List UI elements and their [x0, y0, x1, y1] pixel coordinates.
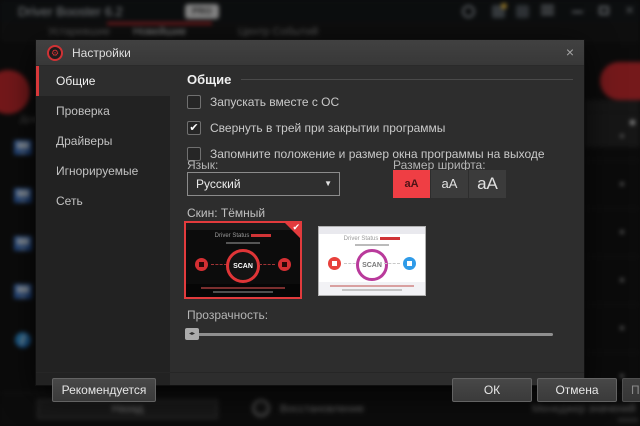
sidebar-item-ignored[interactable]: Игнорируемые — [36, 156, 170, 186]
language-select[interactable]: Русский ▼ — [187, 172, 340, 196]
mini-right-circle — [403, 257, 416, 270]
transparency-label: Прозрачность: — [187, 308, 268, 322]
screen: Driver Booster 6.2 PRO ✕ Устаревшие Нове… — [0, 0, 640, 426]
mini-title-text: Driver Status — [215, 233, 250, 239]
language-value: Русский — [196, 177, 241, 191]
dialog-title: Настройки — [72, 46, 131, 60]
skin-label: Скин: Тёмный — [187, 206, 265, 220]
checkbox-minimize-to-tray[interactable]: ✔ Свернуть в трей при закрытии программы — [187, 121, 445, 135]
mini-scan-ring: SCAN — [356, 249, 388, 281]
checkbox-label: Запомните положение и размер окна програ… — [210, 147, 545, 161]
dialog-close-icon[interactable]: × — [566, 44, 574, 60]
checkbox-box[interactable] — [187, 95, 201, 109]
skin-dark-thumbnail[interactable]: Driver Status SCAN ✔ — [184, 221, 302, 299]
checkbox-label: Запускать вместе с ОС — [210, 95, 339, 109]
mini-left-circle — [195, 258, 208, 271]
sidebar-item-scan[interactable]: Проверка — [36, 96, 170, 126]
skin-light-thumbnail[interactable]: Driver Status SCAN — [318, 226, 426, 296]
ok-button[interactable]: ОК — [452, 378, 532, 402]
mini-scan-ring: SCAN — [226, 249, 260, 283]
settings-gear-icon: ⚙ — [47, 45, 63, 61]
settings-sidebar: Общие Проверка Драйверы Игнорируемые Сет… — [36, 66, 170, 385]
transparency-slider-track[interactable] — [187, 333, 553, 336]
font-size-medium-button[interactable]: aA — [431, 170, 468, 198]
selected-check-icon: ✔ — [292, 222, 300, 233]
font-size-large-button[interactable]: aA — [469, 170, 506, 198]
checkbox-label: Свернуть в трей при закрытии программы — [210, 121, 445, 135]
checkbox-autostart[interactable]: Запускать вместе с ОС — [187, 95, 339, 109]
chevron-down-icon: ▼ — [324, 173, 332, 195]
sidebar-item-general[interactable]: Общие — [36, 66, 170, 96]
sidebar-item-network[interactable]: Сеть — [36, 186, 170, 216]
settings-dialog: ⚙ Настройки × Общие Проверка Драйверы Иг… — [36, 40, 584, 385]
recommended-button[interactable]: Рекомендуется — [52, 378, 156, 402]
apply-button[interactable]: Применить — [622, 378, 640, 402]
sidebar-item-drivers[interactable]: Драйверы — [36, 126, 170, 156]
settings-content: Общие Запускать вместе с ОС ✔ Свернуть в… — [170, 66, 584, 385]
checkbox-remember-window[interactable]: Запомните положение и размер окна програ… — [187, 147, 545, 161]
dialog-header: ⚙ Настройки × — [36, 40, 584, 66]
section-title: Общие — [187, 72, 231, 87]
cancel-button[interactable]: Отмена — [537, 378, 617, 402]
section-divider — [241, 79, 573, 80]
language-label: Язык: — [187, 158, 218, 172]
footer-divider — [36, 372, 584, 373]
transparency-slider-thumb[interactable]: ◂▸ — [185, 328, 199, 340]
mini-title-text: Driver Status — [344, 236, 379, 242]
font-size-small-button[interactable]: aA — [393, 170, 430, 198]
checkbox-box[interactable]: ✔ — [187, 121, 201, 135]
mini-right-circle — [278, 258, 291, 271]
mini-left-circle — [328, 257, 341, 270]
